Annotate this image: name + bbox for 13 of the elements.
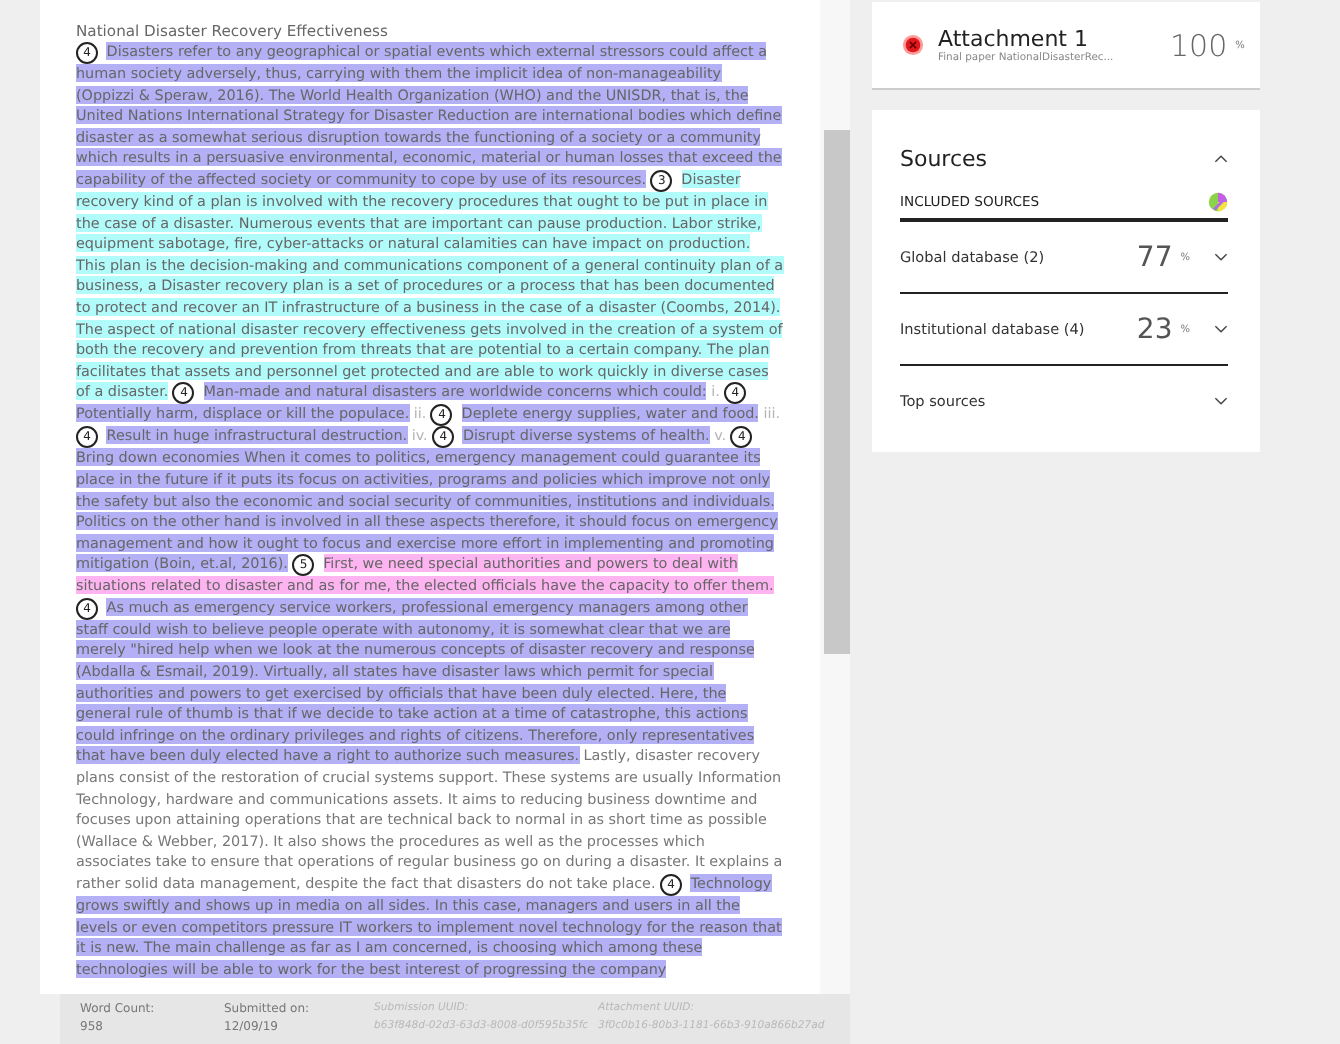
scrollbar[interactable] (820, 0, 850, 994)
source-score: 77 (1136, 241, 1173, 273)
similarity-score: 100 (1170, 27, 1228, 63)
expand-icon[interactable] (1214, 396, 1228, 406)
collapse-icon[interactable] (1214, 153, 1228, 163)
color-palette-icon[interactable] (1208, 192, 1228, 212)
expand-icon[interactable] (1214, 324, 1228, 334)
expand-icon[interactable] (1214, 252, 1228, 262)
source-score: 23 (1136, 313, 1173, 345)
attachment-title: Attachment 1 (938, 26, 1090, 52)
sources-heading: Sources (900, 145, 988, 171)
status-dot-icon (902, 34, 924, 56)
scrollbar-thumb[interactable] (824, 130, 850, 654)
